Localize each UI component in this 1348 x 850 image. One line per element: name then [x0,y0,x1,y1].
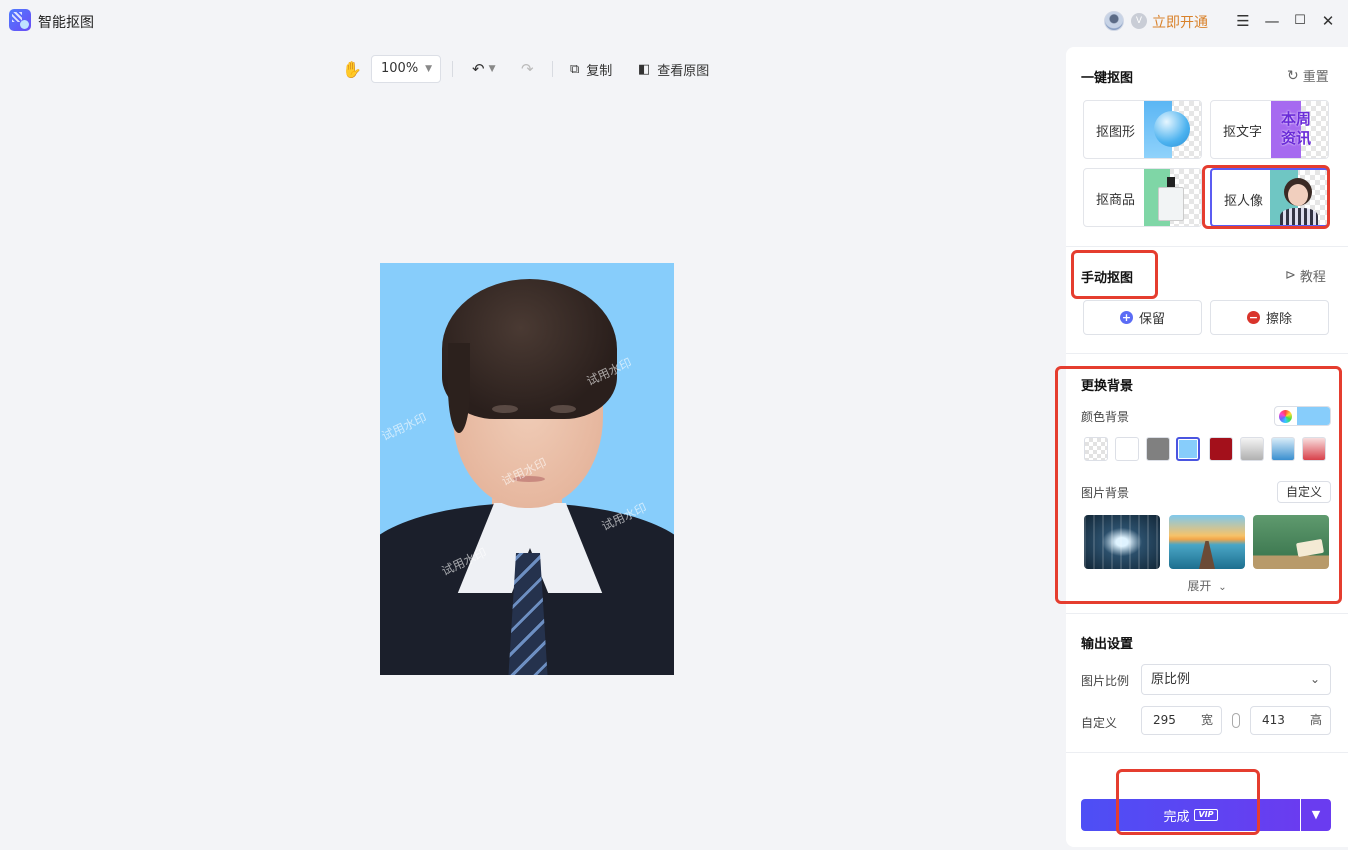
section-divider [1066,353,1348,354]
redo-icon[interactable]: ↷ [521,55,534,83]
background-image-tunnel[interactable] [1084,515,1160,569]
swatch-transparent[interactable] [1084,437,1108,461]
color-background-label: 颜色背景 [1081,410,1130,424]
portrait-thumbnail [1270,170,1327,225]
background-image-pier[interactable] [1169,515,1245,569]
selected-color-preview [1297,407,1330,425]
color-wheel-icon [1279,410,1292,423]
vip-tag: VIP [1194,809,1218,821]
height-input[interactable]: 413 高 [1250,706,1331,735]
product-thumbnail [1144,169,1201,226]
shape-thumbnail [1144,101,1201,158]
plus-icon: + [1119,311,1133,324]
one-click-cutout-title: 一键抠图 [1081,71,1134,86]
color-picker[interactable] [1274,406,1331,426]
minimize-icon[interactable]: — [1262,11,1282,31]
toolbar-divider [552,61,553,77]
play-circle-icon: ⊳ [1285,268,1296,283]
swatch-dark-red[interactable] [1209,437,1233,461]
swatch-white[interactable] [1115,437,1139,461]
view-original-button[interactable]: ◧ 查看原图 [638,55,709,83]
chevron-down-icon: ⌄ [1218,582,1227,593]
done-more-dropdown[interactable]: ▼ [1301,799,1331,831]
expand-button[interactable]: 展开 ⌄ [1066,577,1348,594]
cutout-product-card[interactable]: 抠商品 [1083,168,1202,227]
keep-button[interactable]: + 保留 [1083,300,1202,335]
chevron-down-icon: ⌄ [1309,672,1320,686]
custom-size-label: 自定义 [1081,716,1118,730]
tutorial-link[interactable]: ⊳ 教程 [1285,266,1326,285]
copy-icon: ⧉ [570,61,580,77]
aspect-ratio-select[interactable]: 原比例 ⌄ [1141,664,1331,695]
watermark-text: 试用水印 [380,410,429,444]
erase-button[interactable]: − 擦除 [1210,300,1329,335]
aspect-ratio-label: 图片比例 [1081,674,1130,688]
right-panel: 一键抠图 ↻ 重置 抠图形 抠文字 本周 资讯 抠商品 抠人像 手动抠图 ⊳ 教… [1066,47,1348,847]
width-input[interactable]: 295 宽 [1141,706,1222,735]
text-thumbnail: 本周 资讯 [1271,101,1328,158]
vip-badge-icon: V [1131,13,1147,29]
copy-button[interactable]: ⧉ 复制 [570,55,612,83]
chevron-down-icon: ▼ [425,64,432,74]
menu-icon[interactable]: ☰ [1233,11,1253,31]
reset-button[interactable]: ↻ 重置 [1287,66,1329,86]
section-divider [1066,613,1348,614]
swatch-light-blue[interactable] [1176,437,1200,461]
minus-icon: − [1246,311,1260,324]
link-ratio-icon[interactable] [1232,713,1240,728]
toolbar-divider [452,61,453,77]
background-image-chalkboard[interactable] [1253,515,1329,569]
chevron-down-icon: ▼ [1311,808,1321,821]
cutout-text-card[interactable]: 抠文字 本周 资讯 [1210,100,1329,159]
close-icon[interactable]: ✕ [1318,11,1338,31]
compare-icon: ◧ [638,61,651,77]
zoom-value: 100% [381,61,419,76]
swatch-red-gradient[interactable] [1302,437,1326,461]
zoom-select[interactable]: 100% ▼ [371,55,441,83]
manual-cutout-title: 手动抠图 [1081,271,1134,286]
user-avatar[interactable] [1104,11,1124,31]
cutout-shape-card[interactable]: 抠图形 [1083,100,1202,159]
image-background-label: 图片背景 [1081,486,1130,500]
open-vip-link[interactable]: 立即开通 [1152,12,1208,32]
done-button[interactable]: 完成 VIP [1081,799,1300,831]
custom-background-button[interactable]: 自定义 [1277,481,1332,503]
swatch-blue-gradient[interactable] [1271,437,1295,461]
hand-tool-icon[interactable]: ✋ [342,55,362,83]
portrait-photo[interactable]: 试用水印 试用水印 试用水印 试用水印 试用水印 [380,263,674,675]
section-divider [1066,752,1348,753]
swatch-gray[interactable] [1146,437,1170,461]
swatch-gray-gradient[interactable] [1240,437,1264,461]
undo-icon[interactable]: ↶ ▼ [472,55,496,83]
section-divider [1066,246,1348,247]
app-title: 智能抠图 [38,15,94,31]
output-settings-title: 输出设置 [1081,637,1134,652]
change-background-title: 更换背景 [1081,379,1134,394]
cutout-portrait-card[interactable]: 抠人像 [1210,168,1329,227]
refresh-icon: ↻ [1287,67,1299,84]
maximize-icon[interactable]: ☐ [1290,11,1310,31]
app-logo-icon [9,9,31,31]
